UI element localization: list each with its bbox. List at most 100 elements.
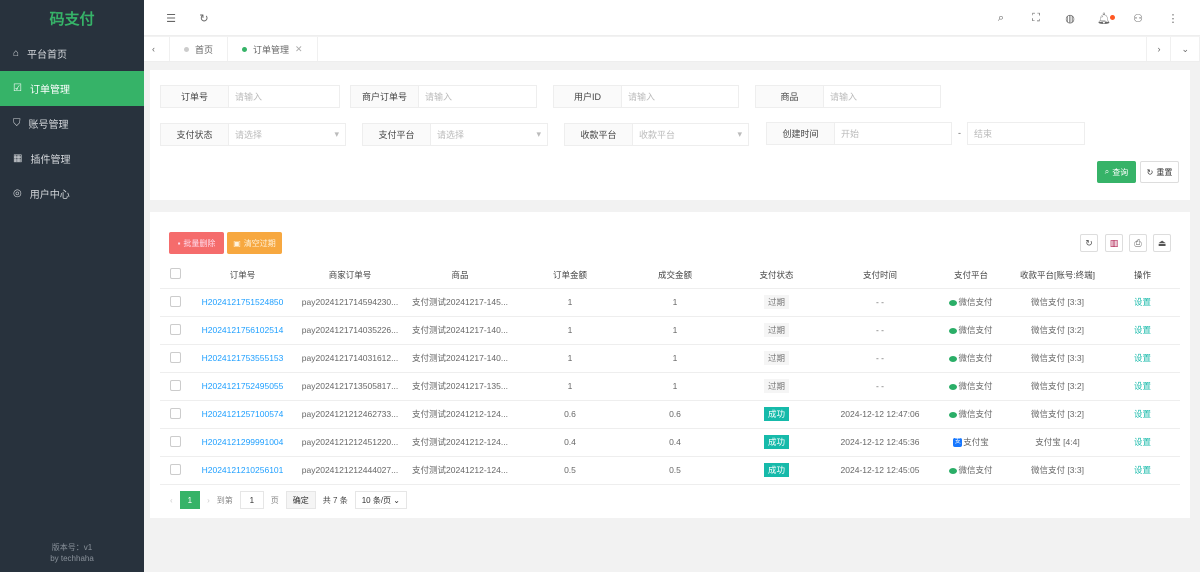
user-icon[interactable]: ⚇ (1131, 11, 1145, 25)
select-placeholder: 请选择 (235, 130, 263, 140)
product: 支付测试20241212-124... (405, 456, 515, 485)
reset-button[interactable]: ↻ 重置 (1140, 161, 1179, 183)
export-icon[interactable]: ⏏ (1153, 234, 1171, 252)
settings-link[interactable]: 设置 (1134, 437, 1151, 447)
next-page-icon[interactable]: › (207, 496, 210, 505)
close-icon[interactable]: ✕ (295, 44, 303, 55)
settings-link[interactable]: 设置 (1134, 297, 1151, 307)
clear-expired-button[interactable]: ▣ 清空过期 (227, 232, 282, 254)
order-no-link[interactable]: H2024121756102514 (202, 325, 284, 335)
created-time-start-field[interactable]: 创建时间 开始 (766, 122, 952, 145)
user-id-field[interactable]: 用户ID 请输入 (553, 85, 739, 108)
product: 支付测试20241212-124... (405, 400, 515, 429)
row-checkbox[interactable] (160, 456, 190, 485)
pay-platform-value[interactable]: 请选择 ▾ (431, 124, 547, 145)
menu-toggle-icon[interactable]: ☰ (164, 11, 178, 25)
page-1-button[interactable]: 1 (179, 491, 201, 509)
settings-link[interactable]: 设置 (1134, 381, 1151, 391)
created-time-end-field[interactable]: 结束 (967, 122, 1085, 145)
paid-amount: 1 (625, 344, 725, 373)
order-no-input[interactable]: 请输入 (229, 86, 339, 107)
print-icon[interactable]: ⎙ (1129, 234, 1147, 252)
sidebar-item-3[interactable]: ▦ 插件管理 (0, 141, 144, 176)
page-size-select[interactable]: 10 条/页 ⌄ (354, 491, 407, 509)
receive-platform: 微信支付 [3:3] (1010, 344, 1105, 373)
wechat-pay-icon (949, 411, 958, 418)
settings-link[interactable]: 设置 (1134, 465, 1151, 475)
start-date-input[interactable]: 开始 (835, 123, 951, 144)
order-amount: 1 (515, 316, 625, 345)
refresh-icon[interactable]: ↻ (197, 11, 211, 25)
column-header: 商品 (405, 262, 515, 289)
order-no-link[interactable]: H2024121257100574 (202, 409, 284, 419)
goto-label: 到第 (216, 495, 233, 505)
sidebar-item-1[interactable]: ☑ 订单管理 (0, 71, 144, 106)
globe-icon[interactable]: ◍ (1063, 11, 1077, 25)
receive-platform-value[interactable]: 收款平台 ▾ (633, 124, 748, 145)
pay-platform: 微信支付 (958, 409, 993, 419)
select-all-checkbox[interactable] (160, 262, 190, 289)
pay-platform: 微信支付 (958, 381, 993, 391)
order-no-link[interactable]: H2024121210256101 (202, 465, 284, 475)
sidebar-item-4[interactable]: ◎ 用户中心 (0, 176, 144, 211)
search-icon: ⌕ (1104, 167, 1110, 176)
prev-page-icon[interactable]: ‹ (170, 496, 173, 505)
bell-icon[interactable]: 🔔︎ (1097, 11, 1115, 25)
tab-home[interactable]: 首页 (170, 37, 229, 61)
order-no-field[interactable]: 订单号 请输入 (160, 85, 340, 108)
paid-amount: 1 (625, 372, 725, 401)
user-icon: ◎ (13, 188, 22, 199)
product: 支付测试20241217-135... (405, 372, 515, 401)
top-bar: ☰ ↻ ⌕ ⛶ ◍ 🔔︎ ⚇ ⋮ (144, 0, 1200, 36)
row-checkbox[interactable] (160, 288, 190, 317)
refresh-icon: ↻ (1146, 167, 1154, 177)
search-icon[interactable]: ⌕ (994, 11, 1008, 25)
row-checkbox[interactable] (160, 372, 190, 401)
order-amount: 0.4 (515, 428, 625, 457)
paid-amount: 1 (625, 316, 725, 345)
product-field[interactable]: 商品 请输入 (755, 85, 941, 108)
status-badge: 过期 (763, 323, 789, 337)
version-label: 版本号：v1 (51, 543, 93, 552)
order-no-link[interactable]: H2024121752495055 (202, 381, 284, 391)
row-checkbox[interactable] (160, 428, 190, 457)
pay-status-select[interactable]: 支付状态 请选择 ▾ (160, 123, 346, 146)
fullscreen-icon[interactable]: ⛶ (1029, 11, 1043, 25)
page-unit-label: 页 (270, 495, 279, 505)
field-label: 用户ID (554, 86, 622, 107)
goto-page-input[interactable]: 1 (239, 491, 264, 509)
receive-platform: 微信支付 [3:2] (1010, 316, 1105, 345)
goto-confirm-button[interactable]: 确定 (285, 491, 316, 509)
settings-link[interactable]: 设置 (1134, 325, 1151, 335)
merchant-order-no-input[interactable]: 请输入 (419, 86, 536, 107)
search-button[interactable]: ⌕ 查询 (1097, 161, 1136, 183)
caret-down-icon: ▾ (536, 129, 541, 139)
columns-filter-icon[interactable]: ▥ (1105, 234, 1123, 252)
pay-platform-select[interactable]: 支付平台 请选择 ▾ (362, 123, 548, 146)
row-checkbox[interactable] (160, 400, 190, 429)
order-no-link[interactable]: H2024121299991004 (202, 437, 284, 447)
receive-platform-select[interactable]: 收款平台 收款平台 ▾ (564, 123, 749, 146)
trash-icon: ▪ (177, 238, 181, 248)
tab-orders[interactable]: 订单管理 ✕ (228, 37, 318, 61)
settings-link[interactable]: 设置 (1134, 409, 1151, 419)
table-refresh-icon[interactable]: ↻ (1080, 234, 1098, 252)
row-checkbox[interactable] (160, 344, 190, 373)
more-icon[interactable]: ⋮ (1166, 11, 1180, 25)
order-no-link[interactable]: H2024121753555153 (202, 353, 284, 363)
end-date-input[interactable]: 结束 (968, 123, 1084, 144)
sidebar-item-0[interactable]: ⌂ 平台首页 (0, 36, 144, 71)
user-id-input[interactable]: 请输入 (622, 86, 738, 107)
row-checkbox[interactable] (160, 316, 190, 345)
settings-link[interactable]: 设置 (1134, 353, 1151, 363)
search-label: 查询 (1112, 167, 1129, 177)
product-input[interactable]: 请输入 (824, 86, 940, 107)
merchant-order-no-field[interactable]: 商户订单号 请输入 (350, 85, 537, 108)
tabs-next-icon[interactable]: › (1146, 37, 1172, 61)
order-no-link[interactable]: H2024121751524850 (202, 297, 284, 307)
pay-status-value[interactable]: 请选择 ▾ (229, 124, 345, 145)
tabs-prev-icon[interactable]: ‹ (144, 37, 170, 61)
batch-delete-button[interactable]: ▪ 批量删除 (169, 232, 224, 254)
tabs-menu-chevron-down-icon[interactable]: ⌄ (1171, 37, 1200, 61)
sidebar-item-2[interactable]: ⛉ 账号管理 (0, 106, 144, 141)
